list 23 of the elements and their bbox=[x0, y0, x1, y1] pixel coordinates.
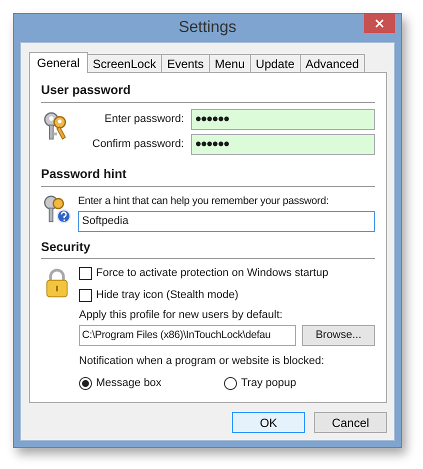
dialog-button[interactable]: Cancel bbox=[314, 412, 387, 433]
profile-label: Apply this profile for new users by default: bbox=[79, 308, 284, 324]
checkbox-label: Hide tray icon (Stealth mode) bbox=[96, 288, 238, 303]
notification-label: Notification when a program or website is blocked: bbox=[79, 354, 326, 370]
hint-input-field[interactable]: Softpedia bbox=[78, 210, 375, 232]
hint-prompt: Enter a hint that can help you remember your password: bbox=[78, 194, 330, 208]
tab[interactable]: General bbox=[29, 52, 88, 73]
checkbox-label: Force to activate protection on Windows startup bbox=[96, 266, 328, 282]
field-label: Confirm password: bbox=[91, 137, 184, 152]
password-field[interactable]: ●●●●●● bbox=[191, 108, 375, 130]
dialog-button[interactable]: OK bbox=[232, 412, 305, 433]
browse-button[interactable]: Browse... bbox=[302, 325, 375, 346]
radio-label: Tray popup bbox=[241, 376, 296, 392]
section-title: User password bbox=[41, 82, 132, 99]
tab[interactable]: Update bbox=[250, 54, 300, 72]
password-field[interactable]: ●●●●●● bbox=[191, 134, 375, 155]
profile-path-field[interactable]: C:\Program Files (x86)\InTouchLock\defau bbox=[79, 325, 296, 346]
section-title: Security bbox=[41, 238, 92, 256]
field-label: Enter password: bbox=[104, 112, 184, 127]
radio-label: Message box bbox=[96, 376, 162, 392]
tab[interactable]: Advanced bbox=[300, 54, 365, 72]
window-title: Settings bbox=[178, 18, 236, 38]
section-title: Password hint bbox=[41, 166, 128, 183]
